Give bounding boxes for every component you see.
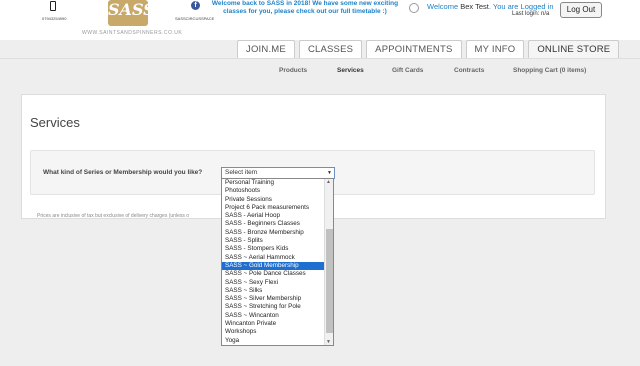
welcome-message: Welcome back to SASS in 2018! We have so… bbox=[211, 0, 399, 15]
page-title: Services bbox=[30, 115, 80, 130]
dropdown-options: Personal Training Photoshoots Private Sess… bbox=[222, 179, 325, 345]
subnav-services[interactable]: Services bbox=[337, 67, 364, 74]
series-question-label: What kind of Series or Membership would … bbox=[43, 169, 203, 176]
dropdown-option[interactable]: Project 6 Pack measurements bbox=[222, 204, 325, 212]
scrollbar-thumb[interactable] bbox=[326, 229, 333, 333]
last-login: Last login: n/a bbox=[512, 11, 550, 17]
tax-note: Prices are inclusive of tax but exclusiv… bbox=[37, 213, 190, 219]
dropdown-option[interactable]: SASS ~ Pole Dance Classes bbox=[222, 270, 325, 278]
site-url: WWW.SAINTSANDSPINNERS.CO.UK bbox=[82, 30, 183, 36]
scroll-down-icon[interactable]: ▼ bbox=[326, 339, 331, 345]
store-subnav: Products Services Gift Cards Contracts S… bbox=[0, 59, 640, 87]
series-dropdown-list[interactable]: Personal Training Photoshoots Private Sess… bbox=[221, 178, 334, 346]
dropdown-option[interactable]: SASS - Aerial Hoop bbox=[222, 212, 325, 220]
subnav-products[interactable]: Products bbox=[279, 67, 307, 74]
dropdown-option[interactable]: SASS - Splits bbox=[222, 237, 325, 245]
dropdown-option[interactable]: Yoga bbox=[222, 337, 325, 345]
dropdown-option[interactable]: SASS - Bronze Membership bbox=[222, 229, 325, 237]
chevron-down-icon: ▼ bbox=[327, 170, 332, 176]
dropdown-option[interactable]: SASS ~ Silks bbox=[222, 287, 325, 295]
scroll-up-icon[interactable]: ▲ bbox=[326, 179, 331, 185]
phone-icon bbox=[50, 1, 56, 11]
dropdown-option[interactable]: Workshops bbox=[222, 328, 325, 336]
dropdown-option[interactable]: SASS - Beginners Classes bbox=[222, 220, 325, 228]
subnav-shopping-cart[interactable]: Shopping Cart (0 items) bbox=[513, 67, 586, 74]
logo-area: 07943254990 SASS CIRCUS SPACE f SASSCIRC… bbox=[22, 0, 214, 40]
dropdown-option[interactable]: SASS ~ Silver Membership bbox=[222, 295, 325, 303]
welcome-prefix: Welcome bbox=[427, 2, 459, 11]
tab-join-me[interactable]: JOIN.ME bbox=[237, 40, 295, 58]
phone-number: 07943254990 bbox=[42, 16, 67, 21]
welcome-suffix: . You are Logged in bbox=[488, 2, 554, 11]
dropdown-option[interactable]: SASS ~ Aerial Hammock bbox=[222, 254, 325, 262]
main-tabs: JOIN.ME CLASSES APPOINTMENTS MY INFO ONL… bbox=[237, 40, 620, 58]
tab-my-info[interactable]: MY INFO bbox=[465, 40, 525, 58]
dropdown-option[interactable]: SASS ~ Sexy Flexi bbox=[222, 279, 325, 287]
tab-appointments[interactable]: APPOINTMENTS bbox=[366, 40, 462, 58]
loading-spinner-icon bbox=[409, 3, 419, 13]
dropdown-scrollbar[interactable]: ▲ ▼ bbox=[324, 179, 333, 345]
dropdown-option[interactable]: SASS ~ Stretching for Pole bbox=[222, 303, 325, 311]
facebook-handle: SASSCIRCUSSPACE bbox=[175, 16, 215, 21]
dropdown-option[interactable]: SASS ~ Wincanton bbox=[222, 312, 325, 320]
top-banner: 07943254990 SASS CIRCUS SPACE f SASSCIRC… bbox=[0, 0, 640, 40]
user-name: Bex Test bbox=[460, 2, 489, 11]
dropdown-option[interactable]: Personal Training bbox=[222, 179, 325, 187]
logout-button[interactable]: Log Out bbox=[560, 2, 602, 18]
dropdown-option[interactable]: SASS ~ Gold Membership bbox=[222, 261, 325, 271]
subnav-gift-cards[interactable]: Gift Cards bbox=[392, 67, 423, 74]
facebook-icon[interactable]: f bbox=[191, 1, 200, 10]
dropdown-option[interactable]: Wincanton Private bbox=[222, 320, 325, 328]
dropdown-option[interactable]: SASS - Stompers Kids bbox=[222, 245, 325, 253]
tab-online-store[interactable]: ONLINE STORE bbox=[528, 40, 620, 58]
tab-classes[interactable]: CLASSES bbox=[298, 40, 363, 58]
select-value: Select item bbox=[225, 169, 258, 176]
logo-subtitle: CIRCUS SPACE bbox=[110, 22, 142, 26]
dropdown-option[interactable]: Private Sessions bbox=[222, 196, 325, 204]
welcome-user: Welcome Bex Test. You are Logged in bbox=[427, 2, 554, 11]
subnav-contracts[interactable]: Contracts bbox=[454, 67, 484, 74]
dropdown-option[interactable]: Photoshoots bbox=[222, 187, 325, 195]
